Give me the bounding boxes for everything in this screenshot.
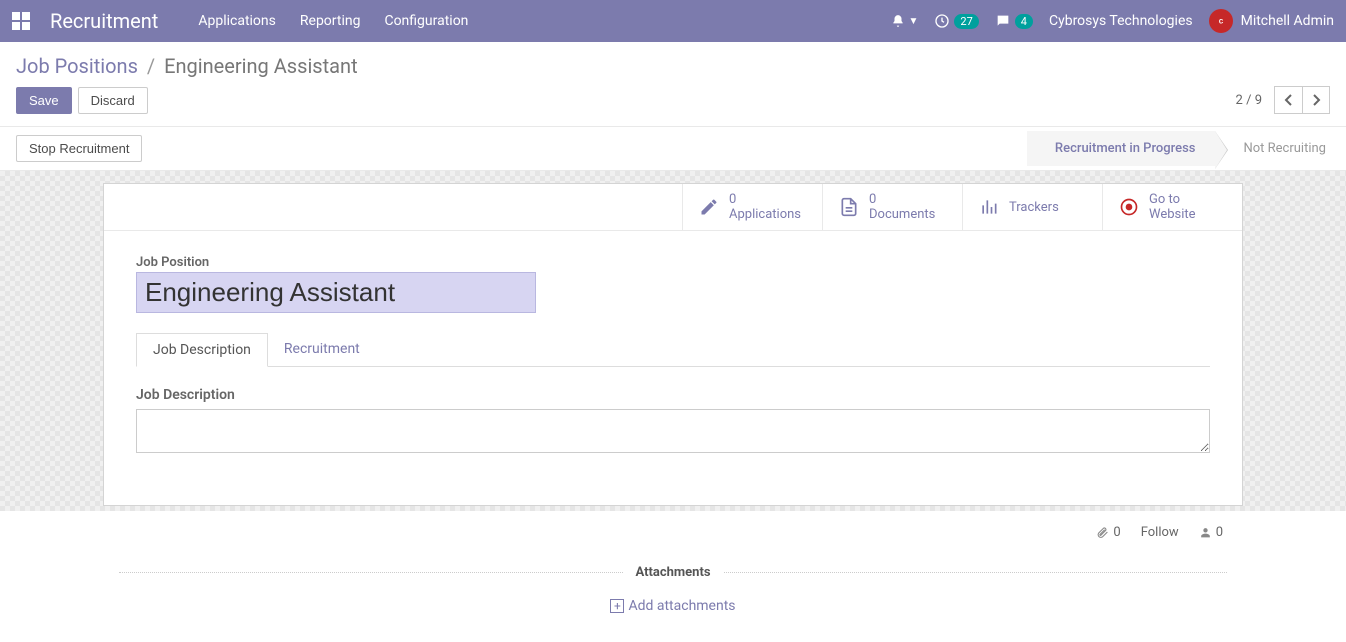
bell-icon — [891, 14, 905, 28]
person-icon — [1199, 526, 1212, 539]
breadcrumb-root[interactable]: Job Positions — [16, 54, 138, 78]
messages-badge: 4 — [1015, 14, 1033, 29]
stat-website-label1: Go to — [1149, 192, 1196, 207]
job-description-section-label: Job Description — [136, 387, 1210, 403]
job-position-label: Job Position — [136, 255, 1210, 270]
paperclip-icon — [1096, 526, 1109, 539]
pencil-icon — [699, 197, 719, 217]
user-avatar: C — [1209, 9, 1233, 33]
stat-trackers-label: Trackers — [1009, 200, 1059, 215]
stop-recruitment-button[interactable]: Stop Recruitment — [16, 135, 142, 162]
stat-applications-label: Applications — [729, 207, 801, 222]
tab-job-description[interactable]: Job Description — [136, 333, 268, 367]
main-navbar: Recruitment Applications Reporting Confi… — [0, 0, 1346, 42]
nav-reporting[interactable]: Reporting — [300, 13, 361, 29]
pager-next-button[interactable] — [1302, 86, 1330, 114]
form-background: 0 Applications 0 Documents Trackers — [0, 171, 1346, 511]
globe-icon — [1119, 197, 1139, 217]
stat-documents[interactable]: 0 Documents — [822, 184, 962, 230]
svg-text:C: C — [1218, 18, 1223, 26]
clock-icon — [934, 13, 950, 29]
control-panel: Save Discard 2 / 9 — [0, 86, 1346, 127]
plus-icon: + — [610, 599, 624, 613]
save-button[interactable]: Save — [16, 87, 72, 114]
caret-down-icon: ▼ — [909, 16, 919, 27]
stat-button-box: 0 Applications 0 Documents Trackers — [104, 184, 1242, 231]
attachments-section-header: Attachments — [119, 554, 1227, 590]
attachment-count[interactable]: 0 — [1096, 525, 1120, 540]
stat-trackers[interactable]: Trackers — [962, 184, 1102, 230]
tab-recruitment[interactable]: Recruitment — [268, 333, 376, 366]
activity-badge: 27 — [954, 14, 978, 29]
stat-documents-count: 0 — [869, 192, 935, 207]
notifications-menu[interactable]: ▼ — [891, 14, 919, 28]
nav-configuration[interactable]: Configuration — [384, 13, 468, 29]
user-name: Mitchell Admin — [1241, 13, 1334, 29]
chatter: 0 Follow 0 Attachments + Add attachments — [103, 511, 1243, 622]
stat-website-label2: Website — [1149, 207, 1196, 222]
user-menu[interactable]: C Mitchell Admin — [1209, 9, 1334, 33]
discard-button[interactable]: Discard — [78, 87, 148, 114]
form-sheet: 0 Applications 0 Documents Trackers — [103, 183, 1243, 506]
stage-not-recruiting[interactable]: Not Recruiting — [1215, 131, 1346, 166]
stage-in-progress[interactable]: Recruitment in Progress — [1027, 131, 1216, 166]
pager-prev-button[interactable] — [1274, 86, 1302, 114]
stat-website[interactable]: Go to Website — [1102, 184, 1242, 230]
pager-display[interactable]: 2 / 9 — [1236, 93, 1262, 108]
status-bar: Stop Recruitment Recruitment in Progress… — [0, 127, 1346, 171]
chat-icon — [995, 13, 1011, 29]
add-attachments-link[interactable]: + Add attachments — [610, 598, 735, 614]
form-tabs: Job Description Recruitment — [136, 333, 1210, 367]
job-position-input[interactable] — [136, 272, 536, 313]
stat-applications-count: 0 — [729, 192, 801, 207]
job-description-textarea[interactable] — [136, 409, 1210, 453]
chevron-right-icon — [1311, 94, 1321, 106]
activities-menu[interactable]: 27 — [934, 13, 978, 29]
apps-menu-icon[interactable] — [12, 12, 30, 30]
breadcrumb-current: Engineering Assistant — [164, 54, 358, 78]
bar-chart-icon — [979, 197, 999, 217]
breadcrumb: Job Positions / Engineering Assistant — [0, 42, 1346, 86]
breadcrumb-separator: / — [147, 54, 155, 78]
company-switcher[interactable]: Cybrosys Technologies — [1049, 13, 1193, 29]
nav-applications[interactable]: Applications — [198, 13, 276, 29]
stat-applications[interactable]: 0 Applications — [682, 184, 822, 230]
follower-count[interactable]: 0 — [1199, 525, 1223, 540]
document-icon — [839, 196, 859, 218]
stat-documents-label: Documents — [869, 207, 935, 222]
follow-button[interactable]: Follow — [1141, 525, 1179, 540]
app-brand[interactable]: Recruitment — [50, 9, 158, 33]
chevron-left-icon — [1284, 94, 1294, 106]
messages-menu[interactable]: 4 — [995, 13, 1033, 29]
